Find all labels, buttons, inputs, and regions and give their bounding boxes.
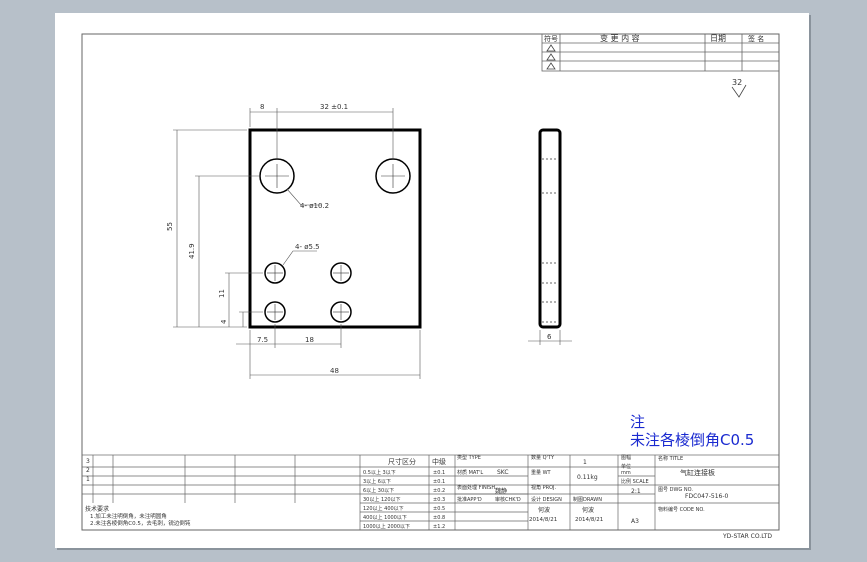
grade-header: 中级 — [432, 457, 446, 466]
material-label: 材质 MAT'L — [457, 469, 483, 476]
code-label: 物料编号 CODE NO. — [658, 506, 705, 513]
check-label: 审核CHK'D — [495, 496, 521, 503]
rev-header-date: 日期 — [710, 34, 726, 43]
dim-top-hole-spacing: 32 ±0.1 — [320, 103, 348, 111]
title-value: 气缸连接板 — [680, 468, 715, 477]
rev-triangles — [546, 44, 556, 70]
tolerance-value: ±0.3 — [433, 497, 445, 503]
tolerance-range: 3以上 6以下 — [363, 478, 391, 485]
roughness-value: 32 — [732, 78, 742, 87]
dim-overall-height: 55 — [166, 222, 174, 231]
weight-value: 0.11kg — [577, 474, 598, 481]
qty-value: 1 — [583, 459, 587, 466]
drafter-name: 何波 — [582, 506, 594, 514]
drawing-canvas: 符号 变 更 内 容 日期 签 名 32 8 32 ±0.1 55 41.9 1… — [81, 33, 780, 540]
tolerance-range: 30以上 120以下 — [363, 496, 401, 503]
tolerance-value: ±0.2 — [433, 488, 445, 494]
scale-value: 2:1 — [631, 488, 641, 495]
rev-header-sign: 签 名 — [748, 34, 764, 43]
side-view-outline — [538, 128, 562, 329]
dim-top-left-gap: 8 — [260, 103, 264, 111]
drawn-date: 2014/8/21 — [575, 517, 603, 523]
size-value: A3 — [631, 518, 639, 525]
tolerance-range: 1000以上 2000以下 — [363, 523, 410, 530]
tolerance-table: 0.5以上 3以下 ±0.1 3以上 6以下 ±0.1 6以上 30以下 ±0.2 30以上… — [363, 469, 445, 530]
dwg-value: FDC047-516-0 — [685, 493, 728, 500]
tolerance-header: 尺寸区分 — [388, 457, 416, 466]
company-name: YD-STAR CO.LTD — [722, 533, 772, 540]
dim-small-hole-dia: 4- ø5.5 — [295, 243, 320, 251]
note-body: 未注各棱倒角C0.5 — [630, 431, 754, 449]
tech-req-2: 2.未注各棱倒角C0.5，去毛刺，锐边倒钝 — [90, 519, 191, 527]
rev-mark-3: 3 — [86, 458, 90, 465]
rev-mark-2: 2 — [86, 467, 90, 474]
tech-req-1: 1.加工未注明倒角，未注明圆角 — [90, 512, 167, 520]
proj-label: 视角 PROJ. — [531, 484, 556, 491]
rev-header-mark: 符号 — [544, 34, 558, 43]
tolerance-value: ±0.1 — [433, 470, 445, 476]
unit-value: mm — [621, 470, 631, 476]
tolerance-range: 400以上 1000以下 — [363, 514, 407, 521]
designer-name: 何波 — [538, 506, 550, 514]
title-label: 名称 TITLE — [658, 455, 683, 462]
tech-req-title: 技术要求 — [85, 505, 109, 513]
revision-table — [541, 33, 780, 72]
scale-label: 比例 SCALE — [621, 478, 649, 485]
dim-large-hole-dia: 4- ø10.2 — [300, 202, 329, 210]
dimension-lines — [173, 108, 572, 379]
drawing-sheet: 符号 变 更 内 容 日期 签 名 32 8 32 ±0.1 55 41.9 1… — [55, 13, 809, 548]
tolerance-value: ±0.1 — [433, 479, 445, 485]
tolerance-value: ±0.8 — [433, 515, 445, 521]
dim-top-hole-height: 41.9 — [188, 243, 196, 259]
size-label: 图幅 — [621, 454, 631, 461]
rev-mark-1: 1 — [86, 476, 90, 483]
tolerance-value: ±1.2 — [433, 524, 445, 530]
approve-label: 批准APP'D — [457, 496, 482, 503]
finish-label: 表面处理 FINISH — [457, 484, 495, 491]
reviewer-name: 魏静 — [495, 487, 507, 495]
tolerance-value: ±0.5 — [433, 506, 445, 512]
drawn-label: 制图DRAWN — [573, 496, 602, 503]
qty-label: 数量 Q'TY — [531, 454, 555, 461]
tolerance-range: 120以上 400以下 — [363, 505, 404, 512]
type-label: 类型 TYPE — [457, 454, 481, 461]
design-label: 设计 DESIGN — [531, 496, 562, 503]
dim-thickness: 6 — [547, 333, 552, 341]
dim-small-hole-spacing: 18 — [305, 336, 314, 344]
dim-overall-width: 48 — [330, 367, 339, 375]
design-date: 2014/8/21 — [529, 517, 557, 523]
tolerance-range: 6以上 30以下 — [363, 487, 394, 494]
dim-bottom-hole-row: 11 — [218, 289, 226, 298]
note-title: 注 — [630, 413, 645, 431]
material-value: SKC — [497, 469, 509, 476]
weight-label: 重量 WT — [531, 469, 552, 476]
dim-bottom-offset: 4 — [220, 319, 228, 324]
tolerance-range: 0.5以上 3以下 — [363, 469, 396, 476]
rev-header-content: 变 更 内 容 — [600, 33, 640, 43]
unit-label: 单位 — [621, 463, 631, 470]
dim-left-offset: 7.5 — [257, 336, 268, 344]
